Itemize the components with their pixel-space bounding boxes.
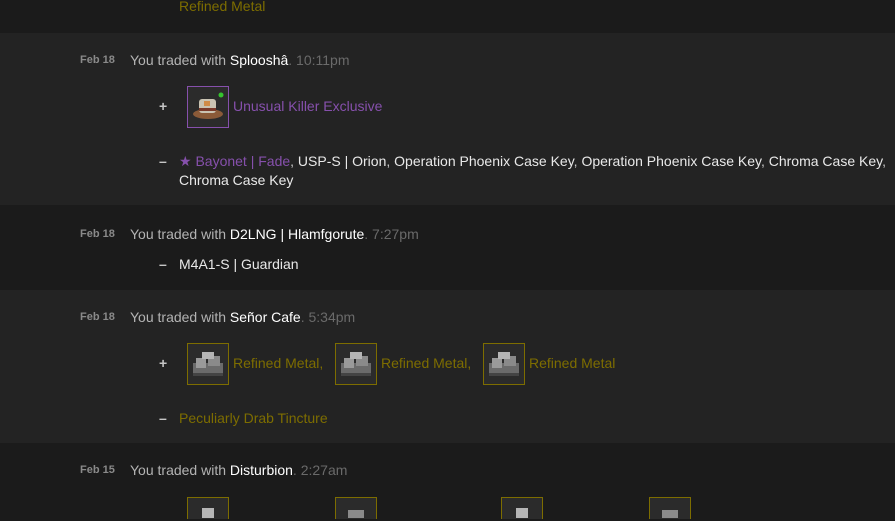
trade-row: Feb 15 You traded with Disturbion. 2:27a… (0, 443, 895, 519)
trade-partner-link[interactable]: Disturbion (230, 462, 293, 478)
trade-time: . 7:27pm (364, 226, 419, 242)
given-sign: – (159, 153, 167, 169)
item-link-phoenix-key[interactable]: Operation Phoenix Case Key (394, 153, 574, 169)
traded-with-text: You traded with (130, 462, 230, 478)
item-link-refined-metal[interactable]: Refined Metal (529, 355, 615, 371)
item-link-m4a1-s-guardian[interactable]: M4A1-S | Guardian (179, 256, 299, 272)
item-tile-refined-metal[interactable] (187, 343, 229, 385)
hat-icon (193, 92, 224, 119)
item-tile-refined-metal[interactable] (483, 343, 525, 385)
trade-row: Feb 18 You traded with Señor Cafe. 5:34p… (0, 290, 895, 443)
given-sign: – (159, 410, 167, 426)
trade-headline: You traded with Disturbion. 2:27am (130, 462, 347, 478)
trade-date: Feb 18 (80, 311, 115, 323)
received-sign: + (159, 355, 168, 371)
refined-metal-icon (193, 352, 223, 376)
item-link-refined-metal[interactable]: Refined Metal (179, 0, 265, 14)
refined-metal-icon (341, 352, 371, 376)
item-link-usp-s-orion[interactable]: USP-S | Orion (298, 153, 386, 169)
trade-headline: You traded with D2LNG | Hlamfgorute. 7:2… (130, 226, 419, 242)
metal-icon (662, 510, 678, 518)
item-link-refined-metal[interactable]: Refined Metal, (233, 355, 323, 371)
item-link-chroma-key[interactable]: Chroma Case Key (179, 172, 293, 188)
refined-metal-icon (489, 352, 519, 376)
trade-time: . 5:34pm (300, 309, 356, 325)
item-link-peculiarly-drab-tincture[interactable]: Peculiarly Drab Tincture (179, 410, 328, 426)
item-tile-refined-metal[interactable] (335, 343, 377, 385)
trade-row: Feb 18 You traded with D2LNG | Hlamfgoru… (0, 207, 895, 290)
item-link-phoenix-key[interactable]: Operation Phoenix Case Key (581, 153, 761, 169)
item-tile-partial[interactable] (649, 497, 691, 519)
trade-time: . 10:11pm (288, 52, 350, 68)
given-sign: – (159, 256, 167, 272)
trade-date: Feb 18 (80, 228, 115, 240)
given-items-line: Chroma Case Key (179, 172, 293, 188)
trade-partner-link[interactable]: Splooshâ (230, 52, 288, 68)
trade-row: Feb 18 You traded with Splooshâ. 10:11pm… (0, 33, 895, 205)
traded-with-text: You traded with (130, 226, 230, 242)
trade-date: Feb 18 (80, 54, 115, 66)
item-link-chroma-key[interactable]: Chroma Case Key (769, 153, 882, 169)
trade-date: Feb 15 (80, 464, 115, 476)
item-link-bayonet-fade[interactable]: ★ Bayonet | Fade (179, 153, 290, 169)
trade-partner-link[interactable]: D2LNG | Hlamfgorute (230, 226, 364, 242)
trade-row-previous: Refined Metal (0, 0, 895, 33)
item-tile-unusual[interactable] (187, 86, 229, 128)
traded-with-text: You traded with (130, 52, 230, 68)
trade-partner-link[interactable]: Señor Cafe (230, 309, 301, 325)
trade-headline: You traded with Splooshâ. 10:11pm (130, 52, 350, 68)
traded-with-text: You traded with (130, 309, 230, 325)
item-tile-partial[interactable] (187, 497, 229, 519)
item-link-unusual-killer-exclusive[interactable]: Unusual Killer Exclusive (233, 98, 382, 114)
metal-icon (348, 510, 364, 518)
item-tile-partial[interactable] (335, 497, 377, 519)
item-link-refined-metal[interactable]: Refined Metal, (381, 355, 471, 371)
received-sign: + (159, 98, 168, 114)
refined-metal-icon (516, 508, 528, 518)
item-tile-partial[interactable] (501, 497, 543, 519)
trade-time: . 2:27am (292, 462, 348, 478)
trade-headline: You traded with Señor Cafe. 5:34pm (130, 309, 355, 325)
refined-metal-icon (202, 508, 214, 518)
given-items-line: ★ Bayonet | Fade, USP-S | Orion, Operati… (179, 153, 886, 169)
